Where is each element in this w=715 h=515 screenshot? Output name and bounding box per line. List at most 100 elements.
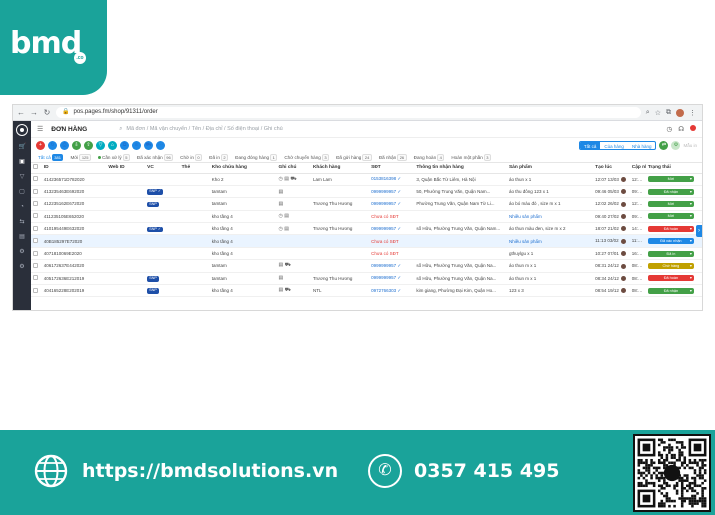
row-checkbox[interactable] xyxy=(33,213,38,219)
col-tag[interactable]: Thẻ xyxy=(179,163,210,174)
row-checkbox[interactable] xyxy=(33,287,38,293)
view-tab-restaurant[interactable]: Nhà hàng xyxy=(628,142,656,149)
row-product[interactable]: áo thun màu đen, size m x 2 xyxy=(506,222,594,236)
table-row[interactable]: 406172637E442020 tamtam ▤ ⛟ 0999999957 ✓ số … xyxy=(31,259,702,273)
filter-tab[interactable]: Đang đóng hàng 1 xyxy=(233,153,279,161)
menu-icon[interactable]: ☰ xyxy=(37,125,43,133)
settings-icon[interactable]: ⚙ xyxy=(19,249,26,255)
filter-tab[interactable]: Đã gửi hàng 24 xyxy=(334,153,374,161)
row-checkbox[interactable] xyxy=(33,250,38,256)
filter-tab[interactable]: Cần xử lý 5 xyxy=(96,153,132,161)
status-badge[interactable]: Đã hoàn xyxy=(647,225,694,232)
table-row[interactable]: 404165228E202019 SNP kho tầng 4 ▤ ⛟ NTL 09727… xyxy=(31,284,702,298)
status-badge[interactable]: Đã in xyxy=(647,250,694,257)
forward-icon[interactable]: → xyxy=(30,105,38,121)
status-badge[interactable]: Mới xyxy=(647,200,694,207)
filter-tab[interactable]: Đã nhận 26 xyxy=(377,153,409,161)
filter-tab[interactable]: Tất cả 381 xyxy=(36,153,65,161)
col-status[interactable]: Trạng thái xyxy=(645,163,702,174)
order-search[interactable]: ⌕ Mã đơn / Mã vận chuyển / Tên / Địa chỉ… xyxy=(119,126,658,133)
row-product[interactable]: áo bó màu đỏ , size m x 1 xyxy=(506,197,594,211)
col-customer[interactable]: Khách hàng xyxy=(310,163,370,174)
col-address[interactable]: Thông tin nhận hàng xyxy=(414,163,507,174)
refresh-icon[interactable]: ↻ xyxy=(48,140,57,150)
row-checkbox[interactable] xyxy=(33,238,38,244)
gear-icon[interactable]: ⚙ xyxy=(19,264,26,270)
row-product[interactable]: gthuylgu x 1 xyxy=(506,247,594,261)
headset-icon[interactable]: ☊ xyxy=(678,125,684,133)
filter-tab[interactable]: Mới 125 xyxy=(68,153,93,161)
status-badge[interactable]: Đã hoàn xyxy=(647,275,694,282)
transfer-icon[interactable]: ⇆ xyxy=(19,219,26,225)
table-row[interactable]: 405172636E212019 SNP tamtam ▤ Trương Thu Hươ… xyxy=(31,272,702,286)
row-checkbox[interactable] xyxy=(33,275,38,281)
col-note[interactable]: Ghi chú xyxy=(276,163,311,174)
status-badge[interactable]: Mới xyxy=(647,176,694,183)
website-link[interactable]: https://bmdsolutions.vn xyxy=(82,460,338,482)
app-logo[interactable] xyxy=(17,125,27,135)
setting-round-icon[interactable]: ⚙ xyxy=(671,140,681,150)
orders-icon[interactable]: ▣ xyxy=(19,159,26,165)
table-row[interactable]: 412235162E672020 SNP tamtam ▤ Trương Thu Hươ… xyxy=(31,197,702,211)
tag-icon[interactable]: ⌂ xyxy=(108,140,117,150)
col-updated[interactable]: Cập nhật xyxy=(629,163,646,174)
cart-icon[interactable]: 🛒 xyxy=(19,144,26,150)
row-phone[interactable]: Chưa có SĐT xyxy=(369,247,415,261)
row-checkbox[interactable] xyxy=(33,188,38,194)
filter-tab[interactable]: Đang hoàn 4 xyxy=(412,153,447,161)
clock-icon[interactable]: ◷ xyxy=(667,125,673,133)
table-row[interactable]: 413235463E692020 SNP ✓ tamtam ▤ 0999999957 ✓… xyxy=(31,185,702,199)
status-badge[interactable]: Đã xác nhận xyxy=(647,238,694,245)
row-product[interactable]: áo thun x 1 xyxy=(506,173,594,186)
col-vc[interactable]: VC xyxy=(145,163,180,174)
list-icon[interactable]: ≡ xyxy=(132,140,141,150)
view-tab-store[interactable]: Của hàng xyxy=(600,142,628,149)
box-icon[interactable]: ▢ xyxy=(19,189,26,195)
status-badge[interactable]: Chờ hàng xyxy=(647,262,694,269)
row-product[interactable]: Nhiều sản phẩm xyxy=(506,234,594,248)
view-tab-all[interactable]: Tất cả xyxy=(579,141,601,149)
extension-icon[interactable]: ⧉ xyxy=(666,109,671,117)
chart-icon[interactable]: ◔ xyxy=(19,204,26,210)
phone-number[interactable]: 0357 415 495 xyxy=(414,460,559,482)
row-product[interactable]: 123 x 3 xyxy=(506,284,594,298)
row-product[interactable]: áo thu đông 123 x 1 xyxy=(506,185,594,199)
table-row[interactable]: 410195449E632020 SNP ✓ kho tầng 4 ◷ ▤ Trương… xyxy=(31,222,702,236)
select-all-checkbox[interactable] xyxy=(33,164,38,170)
profile-avatar[interactable] xyxy=(676,108,684,117)
col-web-id[interactable]: Web ID xyxy=(106,163,146,174)
add-order-icon[interactable]: + xyxy=(36,140,45,150)
filter-tab[interactable]: Hoàn một phần 3 xyxy=(449,153,493,161)
row-product[interactable]: áo thun m x 1 xyxy=(506,259,594,273)
address-bar[interactable]: 🔒 pos.pages.fm/shop/91311/order xyxy=(56,107,641,118)
reload-icon[interactable]: ↻ xyxy=(43,105,51,121)
row-checkbox[interactable] xyxy=(33,225,38,231)
col-warehouse[interactable]: Kho chứa hàng xyxy=(209,163,277,174)
col-created[interactable]: Tạo lúc xyxy=(593,163,630,174)
table-row[interactable]: 411235105E652020 kho tầng 4 ◷ ▤ Chưa có SĐT… xyxy=(31,210,702,224)
row-phone[interactable]: 0999999957 ✓ xyxy=(369,272,415,286)
row-phone[interactable]: 0153816398 ✓ xyxy=(369,173,415,186)
more-icon[interactable]: ⋯ xyxy=(156,140,165,150)
back-icon[interactable]: ← xyxy=(17,105,25,121)
col-id[interactable]: ID xyxy=(41,163,107,174)
row-phone[interactable]: Chưa có SĐT xyxy=(369,234,415,248)
notification-badge[interactable] xyxy=(690,125,696,131)
filter-tab[interactable]: Đã xác nhận 96 xyxy=(135,153,175,161)
table-row[interactable]: 414236571D782020 Kho 2 ◷ ▤ ⛟ Lam Lam 0153816… xyxy=(31,173,702,186)
col-product[interactable]: Sản phẩm xyxy=(506,163,594,174)
print-icon[interactable]: ⎙ xyxy=(60,140,69,150)
browser-menu-icon[interactable]: ⋮ xyxy=(689,109,696,117)
ship-icon[interactable]: ⛟ xyxy=(144,140,153,150)
sync-icon[interactable]: ⇄ xyxy=(659,140,669,150)
row-phone[interactable]: 0999999957 ✓ xyxy=(369,197,415,211)
row-phone[interactable]: 0999999957 ✓ xyxy=(369,222,415,236)
row-phone[interactable]: 0972766303 ✓ xyxy=(369,284,415,298)
row-checkbox[interactable] xyxy=(33,200,38,206)
status-badge[interactable]: Mới xyxy=(647,213,694,220)
row-product[interactable]: Nhiều sản phẩm xyxy=(506,210,594,224)
row-phone[interactable]: 0999999957 ✓ xyxy=(369,259,415,273)
col-phone[interactable]: SĐT xyxy=(369,163,415,174)
side-panel-toggle[interactable]: › xyxy=(696,225,702,237)
export-icon[interactable]: ⇩ xyxy=(72,140,81,150)
